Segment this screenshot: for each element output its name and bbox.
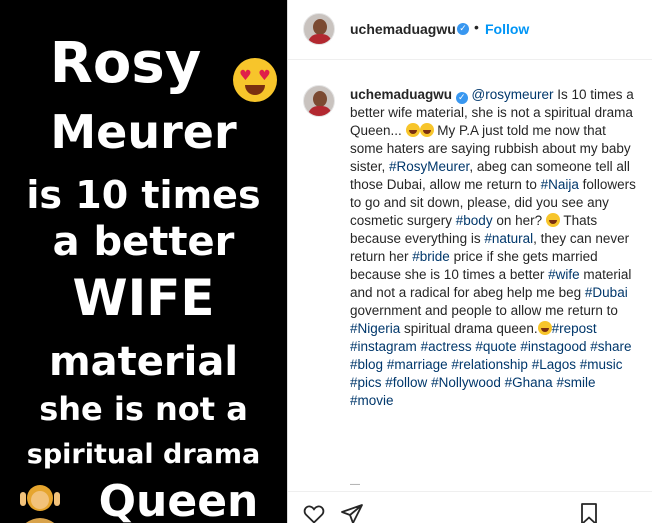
hashtag-link[interactable]: #Naija	[541, 177, 579, 192]
image-text-line-2: Meurer	[50, 105, 237, 159]
share-icon[interactable]	[340, 502, 364, 523]
hashtag-link[interactable]: #bride	[412, 249, 450, 264]
hashtag-link[interactable]: #natural	[484, 231, 533, 246]
avatar-face	[313, 91, 327, 107]
caption-text: spiritual drama queen.	[400, 321, 538, 336]
hashtag-link[interactable]: #actress	[421, 339, 472, 354]
mention-link[interactable]: @rosymeurer	[472, 87, 554, 102]
heart-eyes-emoji: ♥ ♥	[233, 58, 277, 102]
avatar-shirt	[308, 34, 332, 44]
hashtag-link[interactable]: #repost	[552, 321, 597, 336]
laughing-emoji	[537, 321, 552, 335]
image-text-line-4: a better	[52, 219, 235, 265]
hashtag-link[interactable]: #RosyMeurer	[389, 159, 469, 174]
hashtag-link[interactable]: #Dubai	[585, 285, 628, 300]
verified-badge-icon: ✓	[455, 92, 468, 104]
image-text-line-6: material	[48, 339, 239, 385]
action-bar	[288, 491, 652, 523]
avatar-shirt	[308, 106, 332, 116]
post-timestamp-cut: —	[350, 479, 360, 490]
avatar[interactable]	[303, 13, 335, 45]
post-caption: uchemaduagwu ✓ @rosymeurer Is 10 times a…	[350, 86, 640, 410]
post-details-panel: uchemaduagwu ✓ • Follow uchemaduagwu ✓ @…	[287, 0, 652, 523]
caption-username-link[interactable]: uchemaduagwu	[350, 87, 452, 102]
header-username-link[interactable]: uchemaduagwu	[350, 21, 456, 37]
caption-text: on her?	[492, 213, 546, 228]
post-header: uchemaduagwu ✓ • Follow	[288, 0, 652, 60]
heart-eye-left-icon: ♥	[239, 68, 252, 84]
image-text-line-9: Queen	[98, 476, 259, 523]
verified-badge-icon: ✓	[457, 23, 469, 35]
hashtag-link[interactable]: #blog	[350, 357, 383, 372]
hashtag-link[interactable]: #marriage	[387, 357, 448, 372]
image-text-line-3: is 10 times	[26, 173, 261, 217]
post-image[interactable]: Rosy ♥ ♥ Meurer is 10 times a better WIF…	[0, 0, 287, 523]
hashtag-link[interactable]: #quote	[475, 339, 516, 354]
avatar-face	[313, 19, 327, 35]
hashtag-link[interactable]: #smile	[556, 375, 595, 390]
comments-area[interactable]: uchemaduagwu ✓ @rosymeurer Is 10 times a…	[288, 61, 652, 491]
hashtag-link[interactable]: #relationship	[451, 357, 528, 372]
hashtag-link[interactable]: #Nollywood	[431, 375, 501, 390]
hashtag-link[interactable]: #pics	[350, 375, 382, 390]
follow-button[interactable]: Follow	[485, 21, 529, 37]
hashtag-link[interactable]: #body	[456, 213, 493, 228]
hashtag-link[interactable]: #instagram	[350, 339, 417, 354]
caption-avatar[interactable]	[303, 85, 335, 117]
hashtag-link[interactable]: #wife	[548, 267, 580, 282]
bookmark-icon[interactable]	[577, 502, 601, 523]
separator-dot: •	[474, 19, 479, 35]
laughing-emoji	[545, 213, 560, 227]
laughing-emoji	[419, 123, 434, 137]
hashtag-link[interactable]: #share	[590, 339, 631, 354]
image-text-line-7: she is not a	[39, 390, 248, 428]
heart-icon[interactable]	[302, 502, 326, 523]
hashtag-link[interactable]: #follow	[385, 375, 427, 390]
emoji-mouth	[245, 85, 265, 95]
caption-body: Is 10 times a better wife material, she …	[350, 87, 636, 408]
heart-eye-right-icon: ♥	[258, 68, 271, 84]
image-text-line-5: WIFE	[72, 269, 215, 327]
hashtag-link[interactable]: #movie	[350, 393, 394, 408]
hashtag-link[interactable]: #Nigeria	[350, 321, 400, 336]
image-text-line-8: spiritual drama	[26, 439, 261, 470]
hashtag-link[interactable]: #Lagos	[532, 357, 576, 372]
caption-text: government and people to allow me return…	[350, 303, 618, 318]
laughing-emoji	[405, 123, 420, 137]
hashtag-link[interactable]: #instagood	[520, 339, 586, 354]
hashtag-link[interactable]: #music	[580, 357, 623, 372]
hashtag-link[interactable]: #Ghana	[505, 375, 553, 390]
